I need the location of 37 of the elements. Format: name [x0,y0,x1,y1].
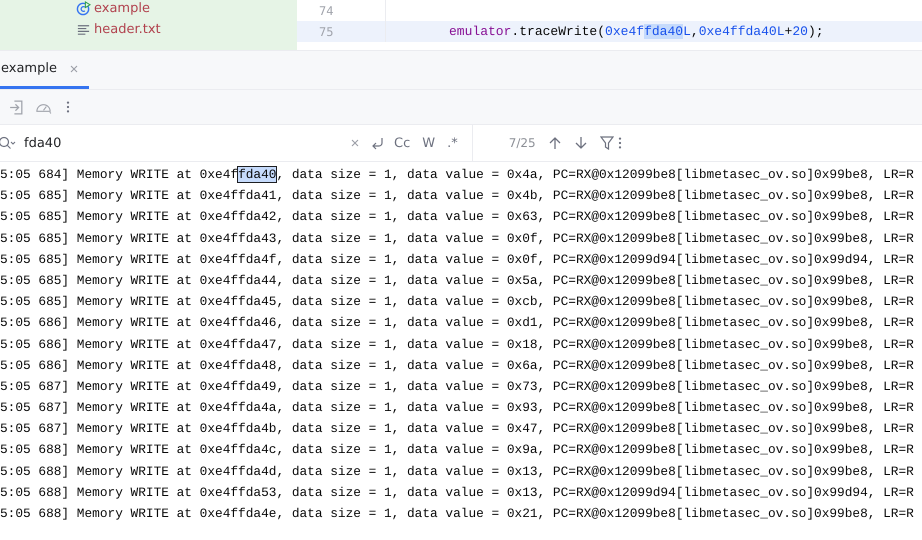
search-option-toggle[interactable]: W [418,136,440,150]
file-name[interactable]: header.txt [94,22,161,37]
code-line: emulator.traceWrite(0xe4ffda40L,0xe4ffda40L+20); [449,24,824,39]
log-line: 5:05 686] Memory WRITE at 0xe4ffda48, data size = 1, data value = 0x6a, PC=RX@0x12099be8[libmetasec_ov.so]0x99be8, LR=R [0,356,915,375]
log-line: 5:05 687] Memory WRITE at 0xe4ffda4a, data size = 1, data value = 0x93, PC=RX@0x12099be8[libmetasec_ov.so]0x99be8, LR=R [0,399,915,418]
up-arrow-icon[interactable] [548,136,562,150]
search-icon[interactable] [0,136,16,150]
match-count: 7/25 [508,136,536,150]
log-line: 5:05 684] Memory WRITE at 0xe4ffda40, data size = 1, data value = 0x4a, PC=RX@0x12099be8[libmetasec_ov.so]0x99be8, LR=R [0,166,915,184]
log-line: 5:05 685] Memory WRITE at 0xe4ffda45, data size = 1, data value = 0xcb, PC=RX@0x12099be8[libmetasec_ov.so]0x99be8, LR=R [0,293,915,312]
log-line: 5:05 687] Memory WRITE at 0xe4ffda49, data size = 1, data value = 0x73, PC=RX@0x12099be8[libmetasec_ov.so]0x99be8, LR=R [0,378,915,396]
log-line: 5:05 688] Memory WRITE at 0xe4ffda4d, data size = 1, data value = 0x13, PC=RX@0x12099be8[libmetasec_ov.so]0x99be8, LR=R [0,462,915,481]
log-line: 5:05 685] Memory WRITE at 0xe4ffda43, data size = 1, data value = 0x0f, PC=RX@0x12099be8[libmetasec_ov.so]0x99be8, LR=R [0,230,915,248]
log-line: 5:05 687] Memory WRITE at 0xe4ffda4b, data size = 1, data value = 0x47, PC=RX@0x12099be8[libmetasec_ov.so]0x99be8, LR=R [0,420,915,438]
log-line: 5:05 686] Memory WRITE at 0xe4ffda47, data size = 1, data value = 0x18, PC=RX@0x12099be8[libmetasec_ov.so]0x99be8, LR=R [0,336,915,354]
line-number: 74 [318,4,334,18]
log-line: 5:05 685] Memory WRITE at 0xe4ffda4f, data size = 1, data value = 0x0f, PC=RX@0x12099d94[libmetasec_ov.so]0x99d94, LR=R [0,250,915,269]
close-icon[interactable] [68,64,79,74]
log-line: 5:05 685] Memory WRITE at 0xe4ffda44, data size = 1, data value = 0x5a, PC=RX@0x12099be8[libmetasec_ov.so]0x99be8, LR=R [0,272,915,290]
more-icon[interactable] [66,100,70,114]
log-line: 5:05 685] Memory WRITE at 0xe4ffda42, data size = 1, data value = 0x63, PC=RX@0x12099be8[libmetasec_ov.so]0x99be8, LR=R [0,208,915,226]
more-icon[interactable] [618,136,622,150]
text-lines-icon [76,22,91,37]
log-line: 5:05 685] Memory WRITE at 0xe4ffda41, data size = 1, data value = 0x4b, PC=RX@0x12099be8[libmetasec_ov.so]0x99be8, LR=R [0,187,915,206]
log-line: 5:05 688] Memory WRITE at 0xe4ffda4e, data size = 1, data value = 0x21, PC=RX@0x12099be8[libmetasec_ov.so]0x99be8, LR=R [0,505,915,523]
search-field[interactable]: fda40 [24,136,344,150]
log-line: 5:05 688] Memory WRITE at 0xe4ffda53, data size = 1, data value = 0x13, PC=RX@0x12099d94[libmetasec_ov.so]0x99d94, LR=R [0,484,915,502]
log-line: 5:05 686] Memory WRITE at 0xe4ffda46, data size = 1, data value = 0xd1, PC=RX@0x12099be8[libmetasec_ov.so]0x99be8, LR=R [0,314,915,332]
filter-icon[interactable] [600,136,614,150]
log-line: 5:05 688] Memory WRITE at 0xe4ffda4c, data size = 1, data value = 0x9a, PC=RX@0x12099be8[libmetasec_ov.so]0x99be8, LR=R [0,441,915,460]
line-number: 75 [318,24,334,38]
search-option-toggle[interactable]: Cc [390,136,414,150]
console-tab[interactable]: example [0,51,89,89]
clear-icon[interactable] [350,138,360,148]
file-name[interactable]: example [94,1,150,16]
down-arrow-icon[interactable] [574,136,588,150]
search-option-toggle[interactable]: .* [443,136,462,150]
